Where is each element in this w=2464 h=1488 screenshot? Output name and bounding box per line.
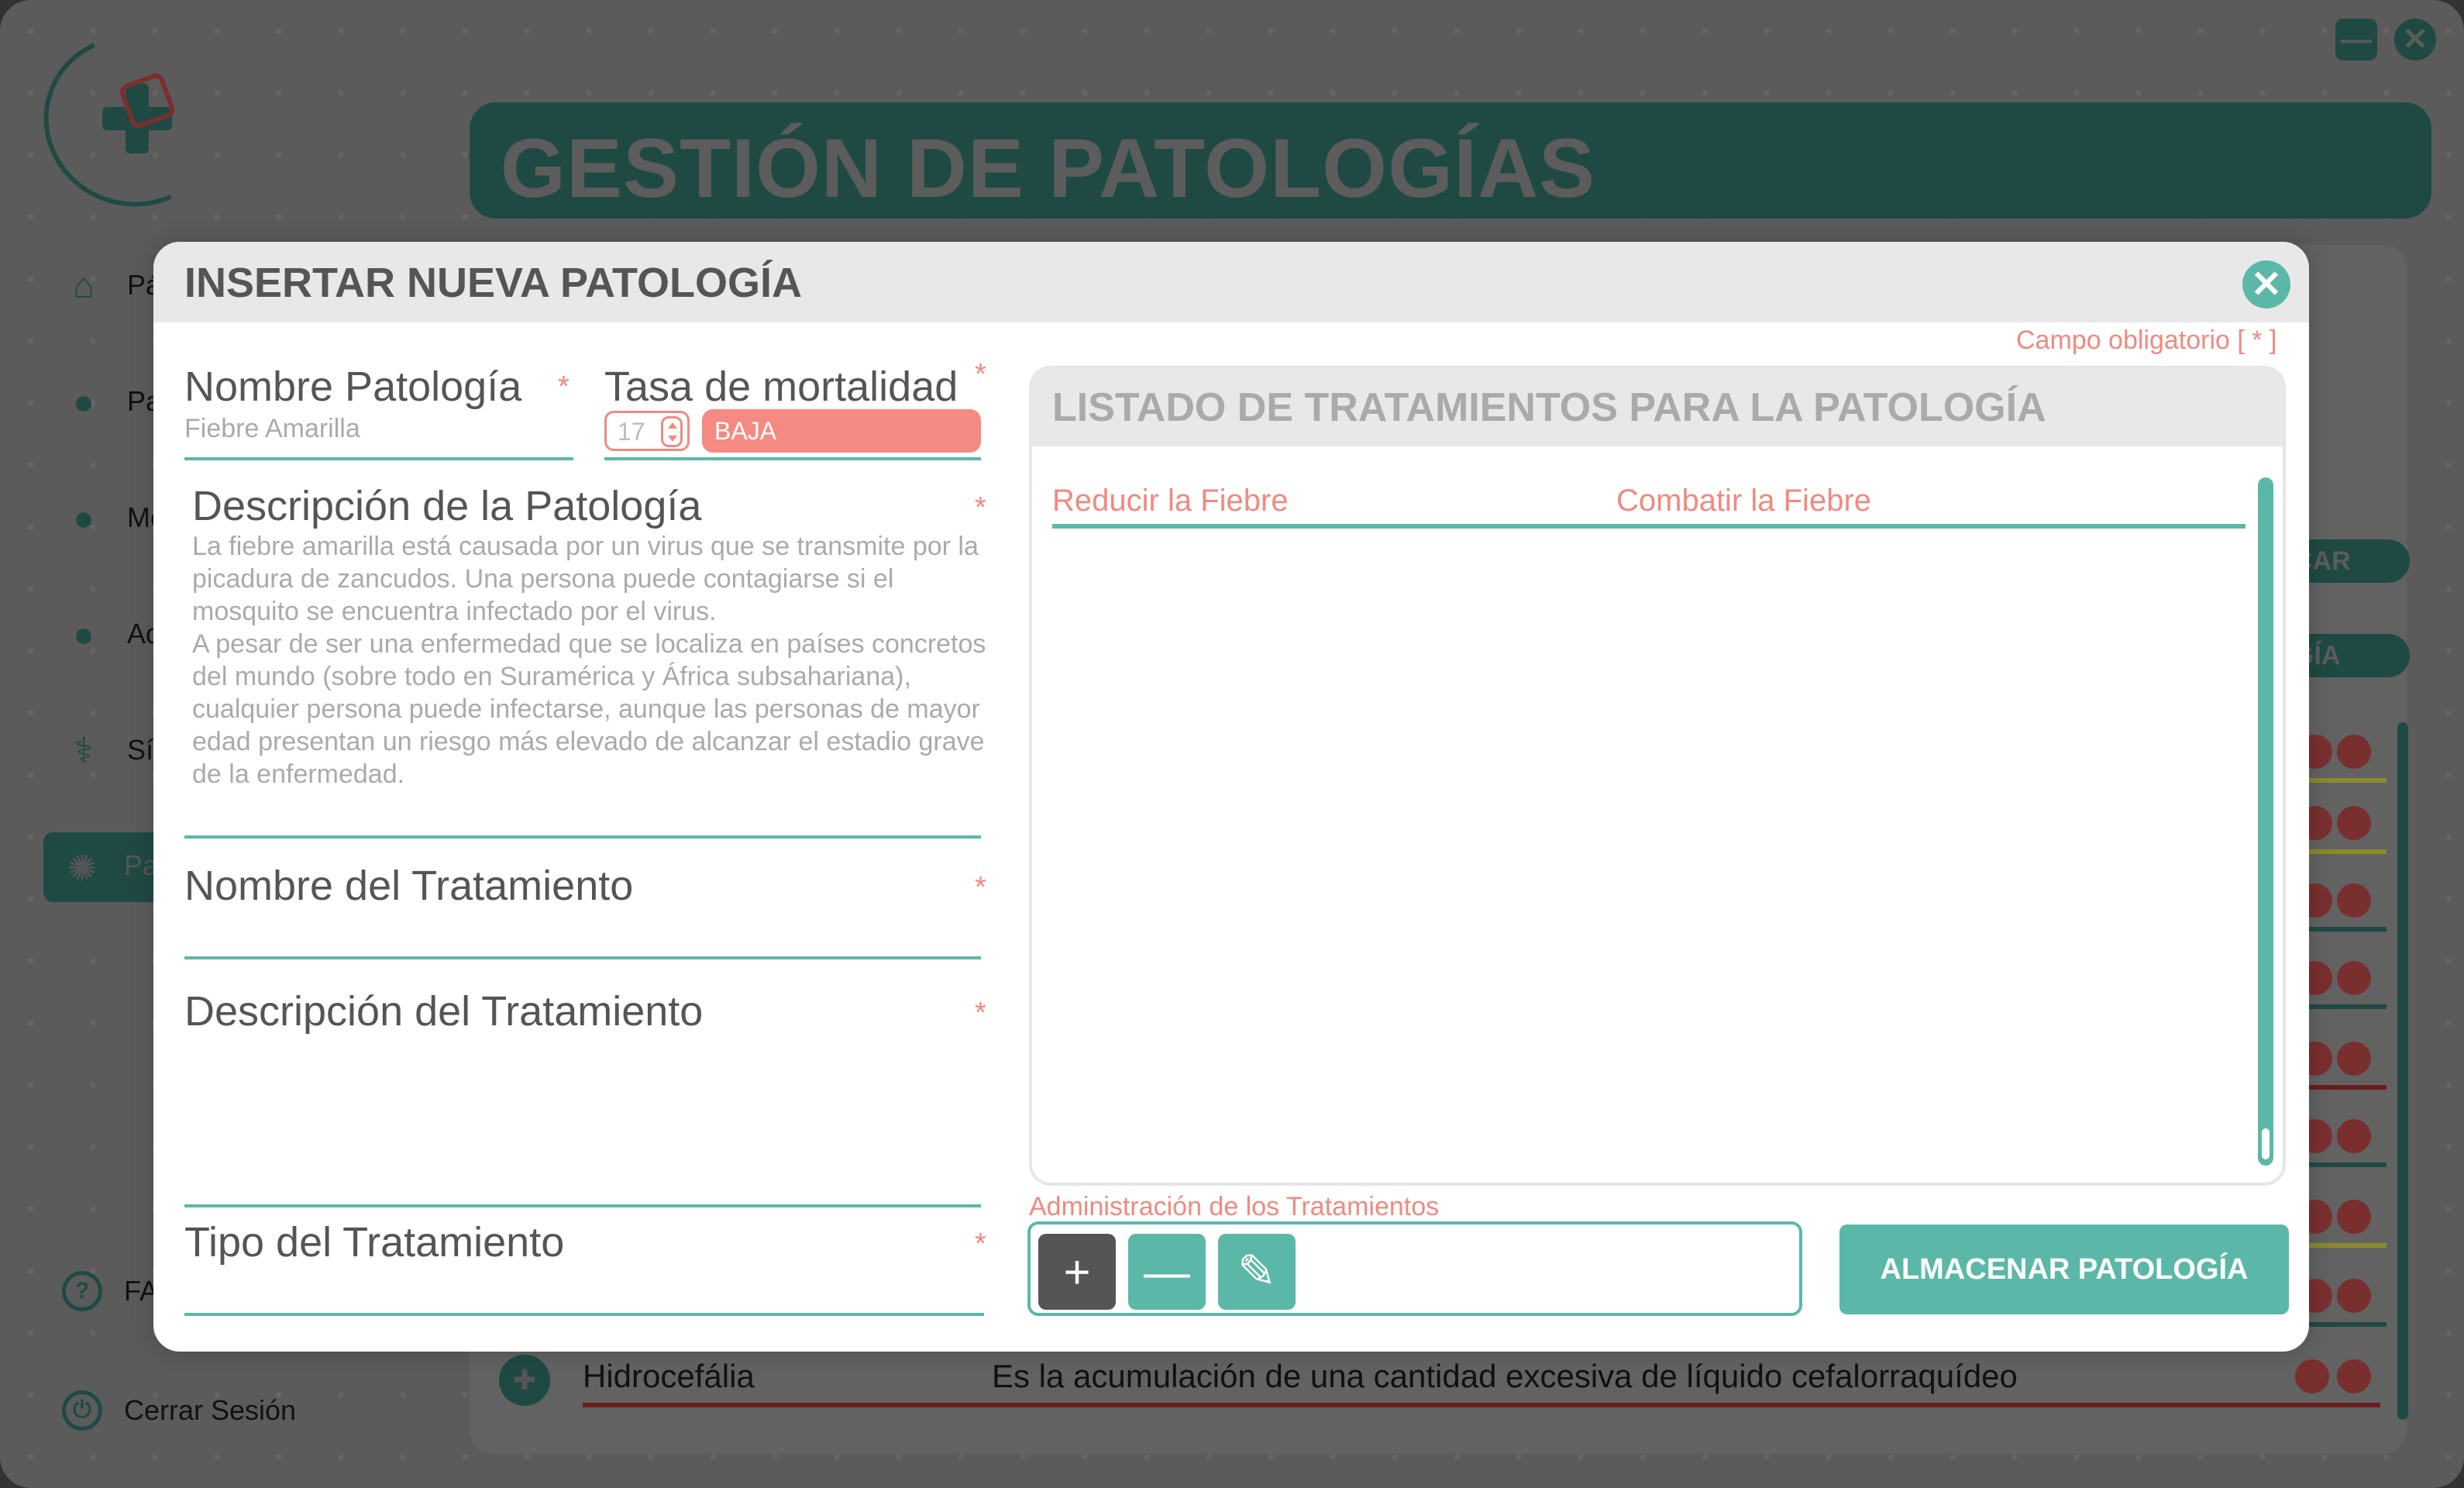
- table-row[interactable]: ✚ Hidrocefália Es la acumulación de una …: [496, 1350, 2402, 1412]
- treatment-row-description: Combatir la Fiebre: [1616, 484, 1872, 518]
- dialog-header: INSERTAR NUEVA PATOLOGÍA ✕: [153, 242, 2309, 322]
- symptoms-icon: ⚕: [74, 730, 94, 770]
- user-icon: ●: [73, 498, 95, 538]
- user-icon: ●: [73, 614, 95, 654]
- pathology-list-scrollbar[interactable]: [2397, 722, 2408, 1420]
- treatment-list-scrollbar[interactable]: [2258, 477, 2273, 1166]
- remove-treatment-button[interactable]: —: [1128, 1234, 1206, 1310]
- help-icon: ?: [62, 1271, 102, 1311]
- required-star: *: [975, 491, 986, 524]
- page-title-bar: GESTIÓN DE PATOLOGÍAS: [470, 102, 2431, 219]
- mortality-rate-label: Tasa de mortalidad: [604, 363, 958, 410]
- page-title: GESTIÓN DE PATOLOGÍAS: [501, 121, 1596, 215]
- treatment-list: LISTADO DE TRATAMIENTOS PARA LA PATOLOGÍ…: [1029, 366, 2286, 1186]
- pathology-name-label: Nombre Patología: [184, 363, 522, 410]
- treatment-name-label: Nombre del Tratamiento: [184, 863, 634, 909]
- insert-pathology-dialog: INSERTAR NUEVA PATOLOGÍA ✕ Campo obligat…: [153, 242, 2309, 1352]
- treatment-type-label: Tipo del Tratamiento: [184, 1219, 565, 1266]
- row-edit-icon[interactable]: [2337, 884, 2371, 918]
- required-field-note: Campo obligatorio [ * ]: [2016, 326, 2277, 355]
- treatment-row-name: Reducir la Fiebre: [1052, 484, 1289, 518]
- required-star: *: [975, 997, 986, 1029]
- row-edit-icon[interactable]: [2337, 1042, 2371, 1076]
- store-pathology-button[interactable]: ALMACENAR PATOLOGÍA: [1839, 1224, 2289, 1314]
- required-star: *: [975, 358, 986, 391]
- pathology-description-textarea[interactable]: La fiebre amarilla está causada por un v…: [192, 530, 990, 790]
- home-icon: ⌂: [73, 265, 95, 305]
- row-edit-icon[interactable]: [2337, 806, 2371, 840]
- treatment-list-header: LISTADO DE TRATAMIENTOS PARA LA PATOLOGÍ…: [1032, 369, 2283, 446]
- user-icon: ●: [73, 381, 95, 422]
- logout-button[interactable]: ⏻ Cerrar Sesión: [62, 1390, 296, 1431]
- treatment-list-title: LISTADO DE TRATAMIENTOS PARA LA PATOLOGÍ…: [1052, 385, 2046, 430]
- sidebar-item-home[interactable]: ⌂ Pá: [62, 264, 161, 307]
- sidebar-item-symptoms[interactable]: ⚕ Sír: [62, 728, 163, 772]
- row-edit-icon[interactable]: [2337, 1279, 2371, 1313]
- sidebar-item-doctors[interactable]: ● Me: [62, 496, 166, 539]
- close-dialog-icon[interactable]: ✕: [2242, 260, 2290, 308]
- mortality-rate-stepper[interactable]: 17: [604, 411, 690, 451]
- edit-treatment-button[interactable]: ✎: [1218, 1234, 1296, 1310]
- close-window-icon[interactable]: ✕: [2394, 19, 2436, 60]
- required-star: *: [558, 370, 570, 403]
- sidebar-item-patients[interactable]: ● Pa: [62, 380, 161, 423]
- row-edit-icon[interactable]: [2337, 961, 2371, 995]
- treatment-type-input[interactable]: [184, 1269, 984, 1308]
- required-star: *: [975, 871, 986, 904]
- power-icon: ⏻: [62, 1390, 102, 1431]
- virus-icon: ✺: [67, 848, 98, 888]
- medical-kit-icon: ✚: [499, 1355, 550, 1406]
- mortality-level-badge: BAJA: [702, 409, 981, 453]
- sidebar-item-admins[interactable]: ● Ad: [62, 612, 161, 656]
- list-item[interactable]: Reducir la Fiebre Combatir la Fiebre: [1052, 476, 2245, 529]
- pathology-description-label: Descripción de la Patología: [192, 483, 702, 529]
- stepper-arrows-icon[interactable]: [661, 416, 683, 447]
- treatment-description-textarea[interactable]: [184, 1040, 981, 1195]
- sidebar-item-pathologies[interactable]: ✺ Pa: [43, 832, 167, 902]
- treatment-name-input[interactable]: [184, 913, 981, 952]
- add-treatment-button[interactable]: +: [1038, 1234, 1116, 1310]
- sidebar-item-faq[interactable]: ? FA: [62, 1271, 158, 1311]
- row-edit-icon[interactable]: [2337, 735, 2371, 769]
- row-edit-icon[interactable]: [2337, 1119, 2371, 1153]
- dialog-title: INSERTAR NUEVA PATOLOGÍA: [184, 260, 803, 306]
- treatment-description-label: Descripción del Tratamiento: [184, 988, 704, 1035]
- treatment-admin-label: Administración de los Tratamientos: [1029, 1192, 1440, 1221]
- required-star: *: [975, 1228, 986, 1260]
- row-edit-icon[interactable]: [2337, 1200, 2371, 1234]
- pathology-name-input[interactable]: Fiebre Amarilla: [184, 414, 360, 444]
- treatment-admin-toolbar: + — ✎: [1027, 1221, 1802, 1316]
- minimize-icon[interactable]: —: [2335, 19, 2377, 60]
